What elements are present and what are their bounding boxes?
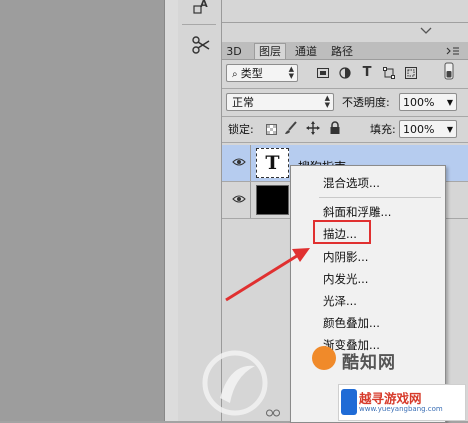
menu-separator — [319, 197, 441, 198]
scissors-icon[interactable] — [190, 34, 212, 56]
move-icon[interactable] — [306, 121, 320, 135]
eye-icon[interactable] — [232, 157, 246, 167]
brush-icon[interactable] — [284, 121, 298, 135]
site-logo-icon — [341, 389, 357, 415]
menu-item-blending-options[interactable]: 混合选项... — [323, 175, 380, 191]
menu-item-inner-shadow[interactable]: 内阴影... — [323, 249, 368, 265]
panel-tabs: 3D 图层 通道 路径 — [222, 42, 468, 60]
dropdown-arrow-icon[interactable]: ▼ — [447, 94, 453, 112]
lock-label: 锁定: — [228, 123, 254, 136]
menu-item-inner-glow[interactable]: 内发光... — [323, 271, 368, 287]
image-filter-icon[interactable] — [316, 66, 330, 80]
eye-icon[interactable] — [232, 194, 246, 204]
watermark-logo-icon — [202, 350, 268, 416]
fill-label: 填充: — [370, 123, 396, 136]
tab-channels[interactable]: 通道 — [292, 44, 320, 59]
adjustment-filter-icon[interactable] — [338, 66, 352, 80]
watermark-site-name: 酷知网 — [342, 353, 396, 373]
lock-transparent-icon[interactable] — [264, 122, 278, 136]
tab-3d[interactable]: 3D — [224, 44, 244, 59]
select-arrows-icon: ▲ ▼ — [324, 94, 330, 109]
divider — [222, 88, 468, 89]
divider — [222, 142, 468, 143]
lock-icon[interactable] — [328, 121, 342, 135]
fill-input[interactable]: 100% ▼ — [399, 120, 457, 138]
divider — [250, 145, 251, 181]
smart-object-filter-icon[interactable] — [404, 66, 418, 80]
panel-menu-icon[interactable] — [446, 45, 460, 57]
blend-mode-select[interactable]: 正常 ▲ ▼ — [226, 93, 334, 111]
menu-item-satin[interactable]: 光泽... — [323, 293, 357, 309]
menu-item-bevel-emboss[interactable]: 斜面和浮雕... — [323, 204, 391, 220]
stroke-highlight-box — [313, 220, 371, 244]
divider — [222, 116, 468, 117]
watermark-badge-icon — [312, 346, 336, 370]
site-badge-url: www.yueyangbang.com — [359, 405, 443, 413]
panel-top-strip — [222, 0, 468, 23]
image-layer-thumbnail — [256, 185, 289, 215]
blend-mode-value: 正常 — [232, 96, 254, 109]
text-filter-icon[interactable]: T — [360, 65, 374, 80]
search-icon: ⌕ — [232, 69, 241, 80]
tab-paths[interactable]: 路径 — [328, 44, 356, 59]
filter-toggle-icon[interactable] — [442, 62, 456, 80]
opacity-input[interactable]: 100% ▼ — [399, 93, 457, 111]
site-watermark-badge: 越寻游戏网 www.yueyangbang.com — [338, 384, 466, 421]
opacity-value: 100% — [403, 96, 435, 109]
svg-text:A: A — [200, 0, 208, 10]
text-tool-icon[interactable]: A — [190, 0, 212, 18]
filter-type-label: 类型 — [240, 67, 263, 80]
fill-value: 100% — [403, 123, 435, 136]
opacity-label: 不透明度: — [342, 96, 390, 109]
shape-filter-icon[interactable] — [382, 66, 396, 80]
filter-type-select[interactable]: ⌕ 类型 ▲ ▼ — [226, 64, 298, 82]
select-arrows-icon: ▲ ▼ — [288, 65, 294, 80]
collapse-icon[interactable] — [420, 24, 432, 36]
tab-layers[interactable]: 图层 — [254, 43, 286, 59]
dropdown-arrow-icon[interactable]: ▼ — [447, 121, 453, 139]
menu-item-color-overlay[interactable]: 颜色叠加... — [323, 315, 380, 331]
toolstrip-divider — [182, 24, 216, 25]
text-layer-thumbnail: T — [256, 148, 289, 178]
divider — [250, 182, 251, 218]
canvas-scrollbar[interactable] — [164, 0, 179, 421]
canvas-area[interactable] — [0, 0, 164, 421]
